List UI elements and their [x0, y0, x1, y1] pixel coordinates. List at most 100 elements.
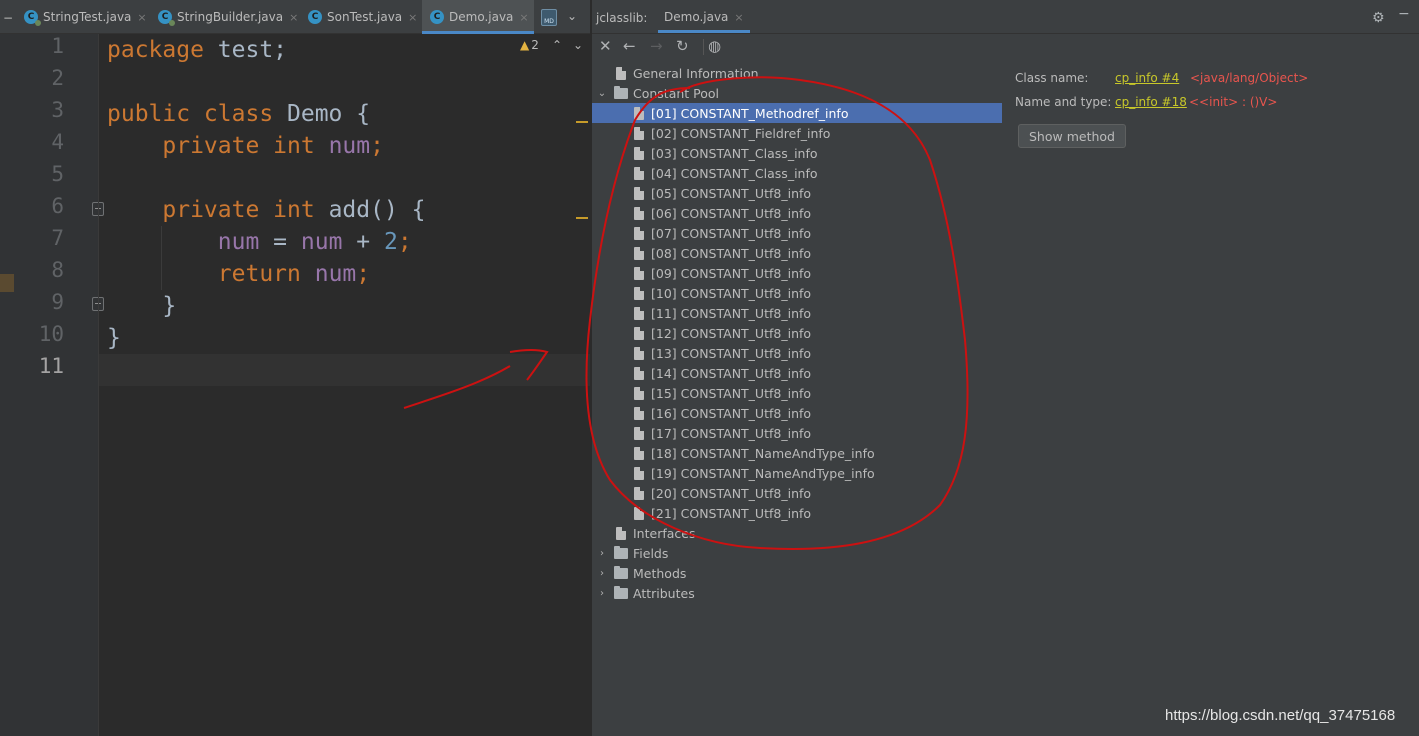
close-icon[interactable]: × — [734, 11, 743, 24]
code-area[interactable]: package test; public class Demo { privat… — [99, 34, 590, 736]
line-number-gutter: 1 2 3 4 5 6 7 8 9 10 11 — [14, 34, 104, 736]
tree-item-constant[interactable]: [16] CONSTANT_Utf8_info — [592, 403, 1002, 423]
tab-label: Demo.java — [664, 10, 729, 24]
tree-item-constant[interactable]: [17] CONSTANT_Utf8_info — [592, 423, 1002, 443]
tab-jclasslib-demo[interactable]: Demo.java × — [658, 0, 750, 34]
tree-item-label: [20] CONSTANT_Utf8_info — [651, 485, 812, 501]
minimize-icon[interactable]: − — [1398, 6, 1410, 22]
close-icon[interactable]: × — [408, 11, 417, 24]
tree-item-constant[interactable]: [20] CONSTANT_Utf8_info — [592, 483, 1002, 503]
keyword: public class — [107, 101, 274, 127]
chevron-down-icon[interactable]: ⌄ — [567, 9, 577, 23]
line-number: 4 — [51, 130, 64, 154]
tab-label: Demo.java — [449, 10, 514, 24]
back-arrow-icon[interactable]: ← — [623, 37, 636, 55]
semicolon: ; — [397, 229, 412, 255]
tree-item-label: [15] CONSTANT_Utf8_info — [651, 385, 812, 401]
file-icon — [634, 466, 644, 480]
previous-highlight-icon[interactable]: ⌃ — [552, 38, 562, 52]
file-icon — [634, 346, 644, 360]
tree-item-constant[interactable]: [06] CONSTANT_Utf8_info — [592, 203, 1002, 223]
tree-item-constant[interactable]: [18] CONSTANT_NameAndType_info — [592, 443, 1002, 463]
tab-stringtest[interactable]: C StringTest.java × — [16, 0, 150, 34]
tree-item-label: [21] CONSTANT_Utf8_info — [651, 505, 812, 521]
tab-scroll-left-icon[interactable]: − — [3, 11, 13, 25]
warning-stripe-mark[interactable] — [576, 217, 588, 219]
editor-pane: − C StringTest.java × C StringBuilder.ja… — [0, 0, 590, 736]
next-highlight-icon[interactable]: ⌄ — [573, 38, 583, 52]
tree-item-constant[interactable]: [15] CONSTANT_Utf8_info — [592, 383, 1002, 403]
tab-demo[interactable]: C Demo.java × — [422, 0, 534, 34]
chevron-right-icon[interactable]: › — [597, 588, 607, 599]
chevron-right-icon[interactable]: › — [597, 548, 607, 559]
inspection-widget[interactable]: ▲ 2 — [520, 38, 539, 52]
refresh-icon[interactable]: ↻ — [676, 37, 689, 55]
globe-icon[interactable]: ◍ — [708, 37, 721, 55]
file-icon — [634, 426, 644, 440]
close-icon[interactable]: × — [289, 11, 298, 24]
keyword: return — [217, 261, 301, 287]
semicolon: ; — [370, 133, 384, 159]
tree-item-fields[interactable]: › Fields — [592, 543, 1002, 563]
tree-item-constant[interactable]: [08] CONSTANT_Utf8_info — [592, 243, 1002, 263]
tree-item-label: [11] CONSTANT_Utf8_info — [651, 305, 812, 321]
watermark: https://blog.csdn.net/qq_37475168 — [1165, 707, 1396, 724]
show-method-button[interactable]: Show method — [1018, 124, 1126, 148]
java-class-icon: C — [158, 10, 175, 26]
tree-item-constant[interactable]: [02] CONSTANT_Fieldref_info — [592, 123, 1002, 143]
code-line-9: } — [107, 290, 176, 322]
warning-stripe-mark[interactable] — [576, 121, 588, 123]
class-name-link[interactable]: cp_info #4 — [1115, 71, 1179, 85]
tree-item-constant[interactable]: [21] CONSTANT_Utf8_info — [592, 503, 1002, 523]
chevron-down-icon[interactable]: ⌄ — [597, 88, 607, 99]
jclasslib-pane: jclasslib: Demo.java × ⚙ − ✕ ← → ↻ ◍ Gen… — [592, 0, 1419, 736]
warning-icon: ▲ — [520, 38, 530, 52]
close-icon[interactable]: ✕ — [599, 37, 612, 55]
tree-item-interfaces[interactable]: Interfaces — [592, 523, 1002, 543]
parens: () { — [370, 197, 426, 223]
gear-icon[interactable]: ⚙ — [1372, 10, 1385, 26]
tree-item-attributes[interactable]: › Attributes — [592, 583, 1002, 603]
tree-item-methods[interactable]: › Methods — [592, 563, 1002, 583]
name-and-type-link[interactable]: cp_info #18 — [1115, 95, 1187, 109]
java-class-icon: C — [430, 10, 444, 24]
tree-item-constant[interactable]: [03] CONSTANT_Class_info — [592, 143, 1002, 163]
file-icon — [634, 326, 644, 340]
tool-window-title: jclasslib: — [596, 11, 648, 25]
tree-item-constant-pool[interactable]: ⌄ Constant Pool — [592, 83, 1002, 103]
tree-item-constant[interactable]: [01] CONSTANT_Methodref_info — [592, 103, 1002, 123]
tree-item-constant[interactable]: [10] CONSTANT_Utf8_info — [592, 283, 1002, 303]
forward-arrow-icon[interactable]: → — [650, 37, 663, 55]
tree-item-label: [16] CONSTANT_Utf8_info — [651, 405, 812, 421]
file-icon — [634, 186, 644, 200]
tab-sontest[interactable]: C SonTest.java × — [300, 0, 422, 34]
markdown-preview-icon[interactable]: MD — [541, 9, 557, 26]
tree-item-general-information[interactable]: General Information — [592, 63, 1002, 83]
tree-item-constant[interactable]: [04] CONSTANT_Class_info — [592, 163, 1002, 183]
tree-item-constant[interactable]: [12] CONSTANT_Utf8_info — [592, 323, 1002, 343]
close-icon[interactable]: × — [519, 11, 528, 24]
semicolon: ; — [356, 261, 371, 287]
tree-item-constant[interactable]: [09] CONSTANT_Utf8_info — [592, 263, 1002, 283]
tree-item-constant[interactable]: [19] CONSTANT_NameAndType_info — [592, 463, 1002, 483]
tree-item-label: Attributes — [633, 585, 695, 601]
tree-item-constant[interactable]: [14] CONSTANT_Utf8_info — [592, 363, 1002, 383]
line-number: 9 — [51, 290, 64, 314]
file-icon — [634, 406, 644, 420]
tree-item-label: [12] CONSTANT_Utf8_info — [651, 325, 812, 341]
tab-stringbuilder[interactable]: C StringBuilder.java × — [150, 0, 300, 34]
tree-item-constant[interactable]: [13] CONSTANT_Utf8_info — [592, 343, 1002, 363]
tree-item-label: [18] CONSTANT_NameAndType_info — [651, 445, 875, 461]
close-icon[interactable]: × — [137, 11, 146, 24]
file-icon — [634, 386, 644, 400]
brace: { — [342, 101, 371, 127]
chevron-right-icon[interactable]: › — [597, 568, 607, 579]
file-icon — [634, 446, 644, 460]
tree-item-constant[interactable]: [07] CONSTANT_Utf8_info — [592, 223, 1002, 243]
file-icon — [634, 126, 644, 140]
tree-item-constant[interactable]: [05] CONSTANT_Utf8_info — [592, 183, 1002, 203]
tree-item-constant[interactable]: [11] CONSTANT_Utf8_info — [592, 303, 1002, 323]
code-line-3: public class Demo { — [107, 98, 370, 130]
tree-item-label: Constant Pool — [633, 85, 720, 101]
line-number-current: 11 — [38, 354, 64, 378]
